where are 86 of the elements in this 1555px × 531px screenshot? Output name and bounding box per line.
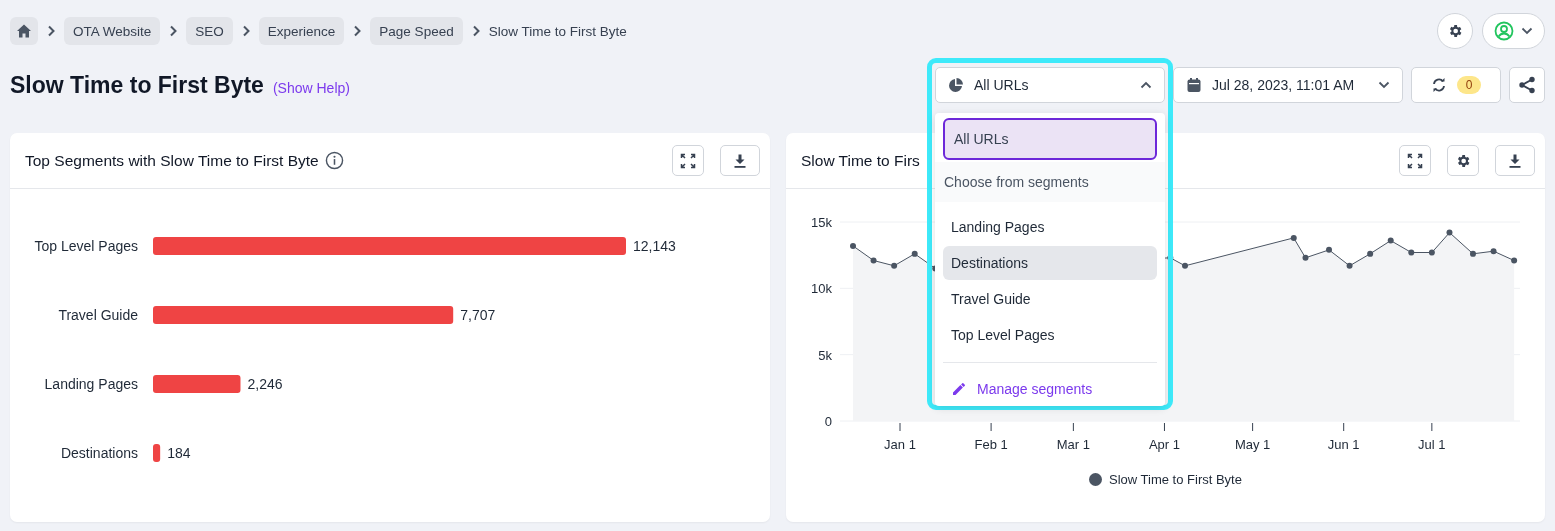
data-point xyxy=(911,250,918,257)
expand-button[interactable] xyxy=(1399,145,1431,176)
card-title: Slow Time to Firs xyxy=(801,151,920,170)
expand-icon xyxy=(1407,152,1423,169)
bar-value: 2,246 xyxy=(247,376,283,392)
x-axis-label: Jun 1 xyxy=(1327,437,1360,452)
bar-label: Top Level Pages xyxy=(34,238,138,254)
data-point xyxy=(870,257,877,264)
x-axis-label: Feb 1 xyxy=(974,437,1008,452)
chevron-down-icon xyxy=(1378,81,1390,89)
menu-option[interactable]: Travel Guide xyxy=(943,282,1157,316)
breadcrumb-current: Slow Time to First Byte xyxy=(488,23,627,39)
card-title: Top Segments with Slow Time to First Byte xyxy=(25,151,319,170)
download-icon xyxy=(732,152,748,169)
data-point xyxy=(1182,262,1189,269)
expand-button[interactable] xyxy=(672,145,704,176)
pie-chart-icon xyxy=(948,77,964,93)
y-axis-label: 5k xyxy=(818,347,832,363)
segment-select[interactable]: All URLs xyxy=(935,67,1165,103)
data-point xyxy=(1326,246,1332,253)
home-button[interactable] xyxy=(10,17,38,45)
data-point xyxy=(1346,262,1353,269)
download-icon xyxy=(1507,152,1523,169)
bar xyxy=(153,444,161,462)
data-point xyxy=(1490,248,1497,255)
y-axis-label: 10k xyxy=(811,281,832,297)
breadcrumb-link[interactable]: Experience xyxy=(258,17,345,45)
settings-icon xyxy=(1447,23,1463,39)
breadcrumb-link[interactable]: SEO xyxy=(186,17,233,45)
home-icon xyxy=(16,23,32,39)
menu-option[interactable]: All URLs xyxy=(943,118,1157,160)
pencil-icon xyxy=(951,381,967,397)
download-button[interactable] xyxy=(720,145,760,176)
bar-label: Destinations xyxy=(60,445,138,461)
menu-option[interactable]: Landing Pages xyxy=(943,210,1157,244)
data-point xyxy=(1408,249,1415,256)
bar-value: 184 xyxy=(167,445,191,461)
user-avatar-icon xyxy=(1494,21,1514,41)
x-axis-label: Jul 1 xyxy=(1418,437,1446,452)
data-point xyxy=(1387,237,1394,244)
settings-button[interactable] xyxy=(1447,145,1479,176)
data-point xyxy=(1302,254,1309,261)
x-axis-label: Apr 1 xyxy=(1148,437,1180,452)
breadcrumb-link[interactable]: Page Speed xyxy=(370,17,463,45)
bar-value: 7,707 xyxy=(460,307,496,323)
bar-label: Travel Guide xyxy=(58,307,138,323)
y-axis-label: 0 xyxy=(824,414,832,429)
refresh-button[interactable]: 0 xyxy=(1411,67,1501,103)
x-axis-label: May 1 xyxy=(1234,437,1271,452)
data-point xyxy=(1290,234,1297,241)
menu-group-label: Choose from segments xyxy=(935,162,1165,202)
bar-value: 12,143 xyxy=(633,238,676,254)
y-axis-label: 15k xyxy=(811,215,832,230)
download-button[interactable] xyxy=(1495,145,1535,176)
count-badge: 0 xyxy=(1456,76,1482,94)
data-point xyxy=(850,242,856,249)
date-select[interactable]: Jul 28, 2023, 11:01 AM xyxy=(1173,67,1403,103)
show-help-link[interactable]: (Show Help) xyxy=(272,79,350,96)
settings-icon xyxy=(1455,152,1471,169)
data-point xyxy=(1367,250,1374,257)
breadcrumb-link[interactable]: OTA Website xyxy=(64,17,161,45)
chevron-right-icon xyxy=(46,25,56,37)
chevron-right-icon xyxy=(168,25,179,37)
share-icon xyxy=(1518,76,1536,94)
x-axis-label: Mar 1 xyxy=(1056,437,1090,452)
manage-segments-link[interactable]: Manage segments xyxy=(935,363,1165,415)
chevron-down-icon xyxy=(1521,27,1533,35)
bar-label: Landing Pages xyxy=(44,376,138,392)
x-axis-label: Jan 1 xyxy=(884,437,916,452)
expand-icon xyxy=(680,152,696,169)
chevron-right-icon xyxy=(352,25,363,37)
chevron-up-icon xyxy=(1140,81,1152,89)
data-point xyxy=(1446,229,1453,236)
menu-option[interactable]: Destinations xyxy=(943,246,1157,280)
info-icon xyxy=(324,151,344,170)
menu-option[interactable]: Top Level Pages xyxy=(943,318,1157,352)
settings-button[interactable] xyxy=(1437,13,1473,49)
data-point xyxy=(1470,250,1476,257)
data-point xyxy=(1511,257,1518,264)
legend-label: Slow Time to First Byte xyxy=(1109,472,1242,487)
data-point xyxy=(891,262,898,269)
page-title: Slow Time to First Byte xyxy=(10,71,264,99)
data-point xyxy=(1428,249,1435,256)
refresh-icon xyxy=(1430,77,1447,93)
calendar-icon xyxy=(1186,77,1202,93)
share-button[interactable] xyxy=(1509,67,1545,103)
